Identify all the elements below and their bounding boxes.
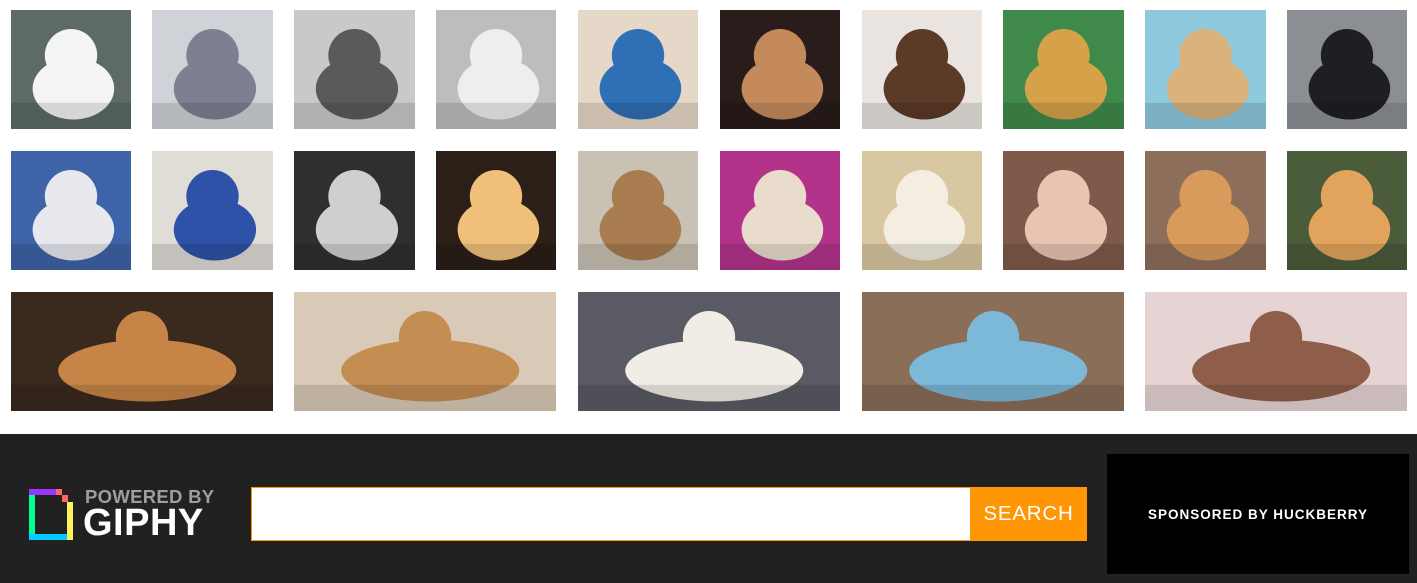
gif-thumbnail [720,10,840,129]
gif-tile[interactable] [1287,151,1407,270]
sponsor-banner[interactable]: SPONSORED BY HUCKBERRY [1107,454,1409,574]
gif-thumbnail [578,151,698,270]
giphy-logo[interactable]: POWERED BY GIPHY [29,487,234,545]
gif-thumbnail [294,10,415,129]
gif-thumbnail [11,10,131,129]
gif-tile[interactable] [1145,10,1266,129]
gif-thumbnail [1145,10,1266,129]
gif-thumbnail [1287,10,1407,129]
gif-tile[interactable] [436,10,556,129]
gif-thumbnail [436,151,556,270]
gif-tile[interactable] [578,151,698,270]
search-button[interactable]: SEARCH [970,487,1087,541]
gif-thumbnail [1003,10,1124,129]
gif-thumbnail [11,151,131,270]
gif-tile[interactable] [1003,151,1124,270]
gif-thumbnail [152,10,273,129]
giphy-wordmark: GIPHY [83,502,204,544]
gif-tile[interactable] [720,10,840,129]
gif-thumbnail [1003,151,1124,270]
gif-thumbnail [862,151,982,270]
gif-thumbnail [1287,151,1407,270]
giphy-logo-icon [29,489,73,540]
gif-thumbnail [862,10,982,129]
gif-thumbnail [1145,292,1407,411]
gif-thumbnail [720,151,840,270]
gif-tile[interactable] [720,151,840,270]
gif-thumbnail [578,10,698,129]
gif-tile[interactable] [578,10,698,129]
gif-thumbnail [862,292,1124,411]
gif-tile[interactable] [11,10,131,129]
gif-tile[interactable] [294,10,415,129]
gif-thumbnail [294,292,556,411]
gif-tile[interactable] [436,151,556,270]
gif-thumbnail [152,151,273,270]
search-input[interactable] [251,487,971,541]
gif-tile[interactable] [862,151,982,270]
gif-thumbnail [294,151,415,270]
gif-tile[interactable] [862,292,1124,411]
gif-thumbnail [436,10,556,129]
gif-tile[interactable] [152,151,273,270]
gif-thumbnail [1145,151,1266,270]
gif-tile[interactable] [294,292,556,411]
gif-tile[interactable] [294,151,415,270]
gif-tile[interactable] [152,10,273,129]
gif-tile[interactable] [11,292,273,411]
gif-thumbnail [11,292,273,411]
sponsor-label: SPONSORED BY HUCKBERRY [1147,506,1369,522]
gif-tile[interactable] [862,10,982,129]
gif-tile[interactable] [1145,151,1266,270]
gif-tile[interactable] [1003,10,1124,129]
gif-tile[interactable] [1287,10,1407,129]
gif-tile[interactable] [1145,292,1407,411]
gif-tile[interactable] [11,151,131,270]
gif-tile[interactable] [578,292,840,411]
gif-thumbnail [578,292,840,411]
